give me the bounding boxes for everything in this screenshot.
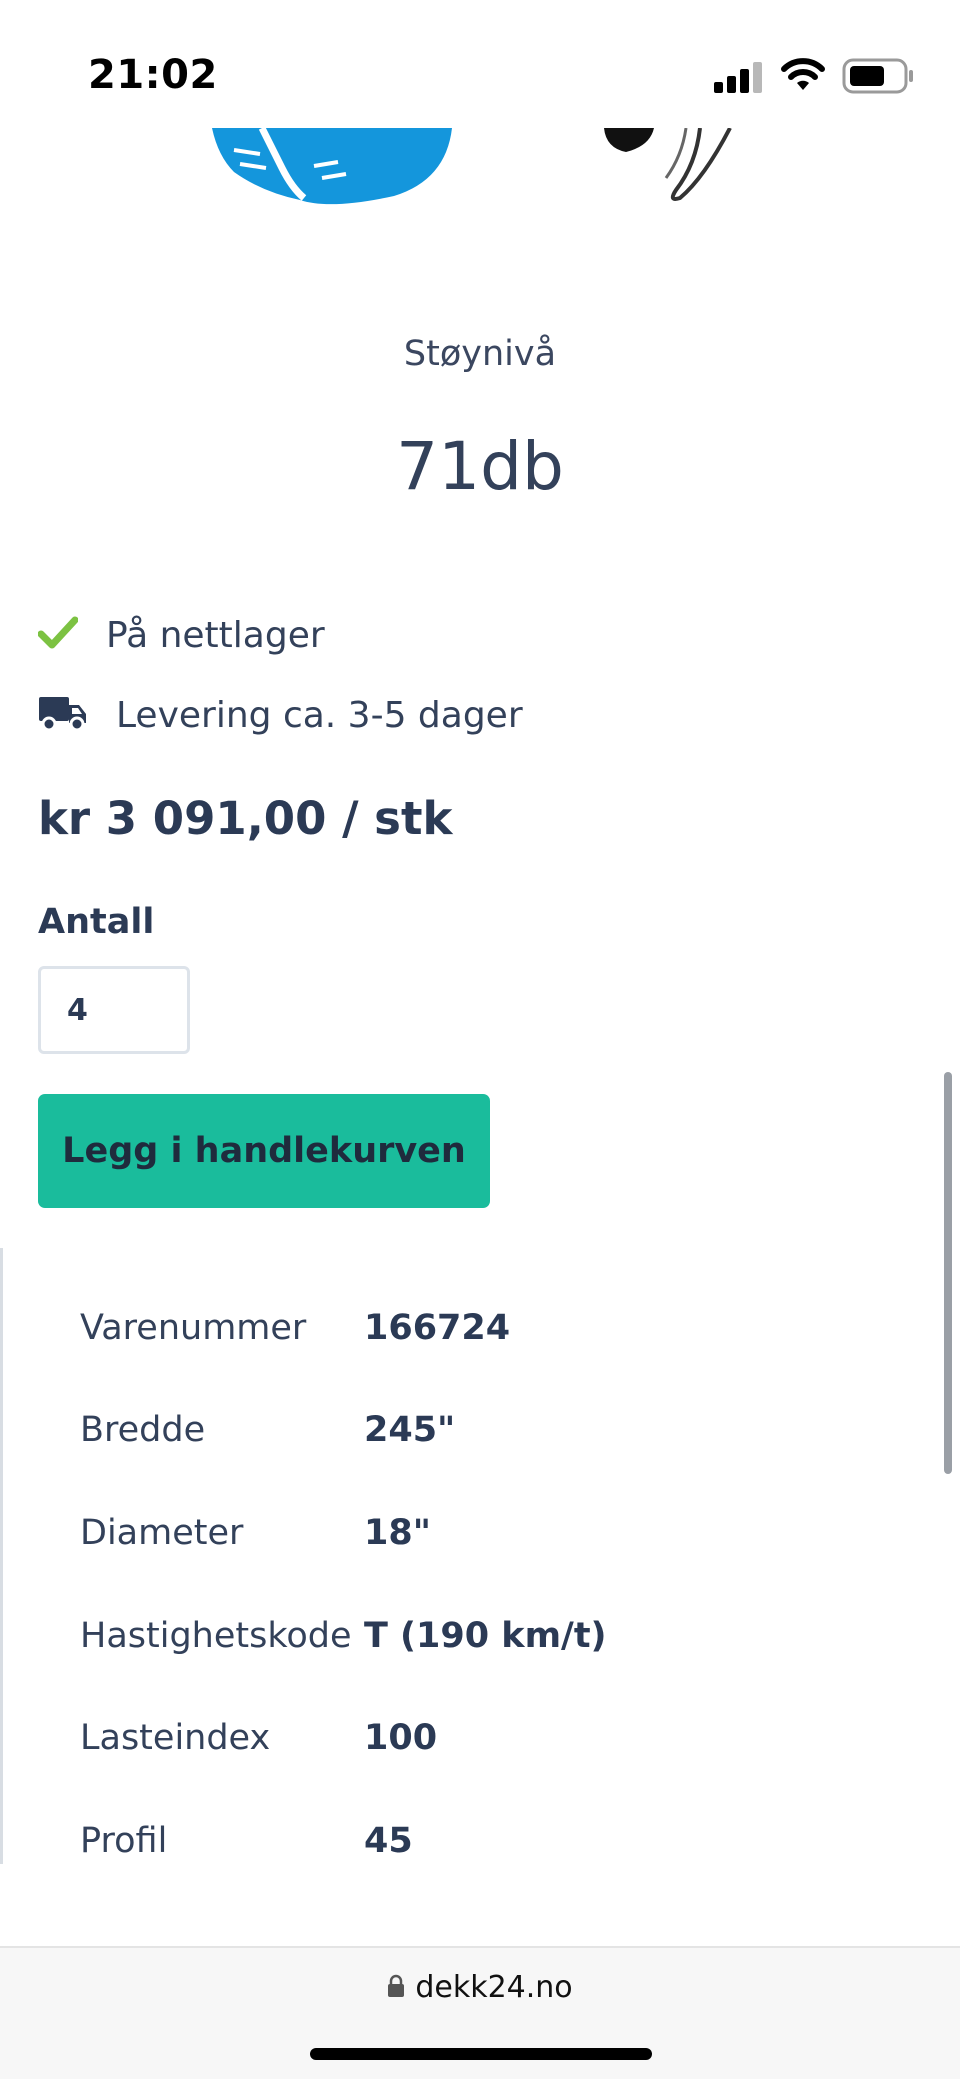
stock-text: På nettlager <box>106 614 325 656</box>
add-to-cart-button[interactable]: Legg i handlekurven <box>38 1094 490 1208</box>
feature-value: 71db <box>396 428 564 505</box>
status-bar: 21:02 <box>0 0 960 128</box>
spec-value: 100 <box>364 1718 438 1758</box>
stock-status: På nettlager <box>37 610 325 660</box>
quantity-label: Antall <box>38 902 155 942</box>
spec-value: 166724 <box>364 1308 511 1348</box>
spec-value: 45 <box>364 1821 413 1861</box>
delivery-text: Levering ca. 3-5 dager <box>116 694 523 736</box>
truck-icon <box>38 693 88 737</box>
delivery-info: Levering ca. 3-5 dager <box>38 690 523 740</box>
tire-tread-graphic <box>212 128 452 205</box>
spec-label: Lasteindex <box>80 1718 271 1758</box>
wifi-icon <box>780 56 826 96</box>
spec-row: Profil 45 <box>80 1811 413 1871</box>
spec-value: T (190 km/t) <box>364 1616 607 1656</box>
spec-row: Varenummer 166724 <box>80 1298 510 1358</box>
battery-icon <box>842 58 914 98</box>
browser-address-bar[interactable]: dekk24.no <box>0 1946 960 2079</box>
product-illustration <box>0 128 960 228</box>
lock-icon <box>387 1974 405 2002</box>
check-icon <box>37 616 79 654</box>
status-time: 21:02 <box>88 52 218 98</box>
spec-label: Varenummer <box>80 1308 307 1348</box>
spec-label: Profil <box>80 1821 168 1861</box>
noise-wave-graphic <box>604 128 732 201</box>
spec-value: 245" <box>364 1410 456 1450</box>
spec-row: Lasteindex 100 <box>80 1708 437 1768</box>
url-text: dekk24.no <box>415 1970 573 2005</box>
spec-row: Bredde 245" <box>80 1400 455 1460</box>
url-display[interactable]: dekk24.no <box>0 1970 960 2005</box>
scrollbar[interactable] <box>944 1072 952 1474</box>
spec-label: Hastighetskode <box>80 1616 352 1656</box>
signal-icon <box>714 60 766 98</box>
spec-value: 18" <box>364 1513 431 1553</box>
home-indicator[interactable] <box>310 2048 652 2060</box>
spec-row: Hastighetskode T (190 km/t) <box>80 1606 607 1666</box>
spec-label: Diameter <box>80 1513 244 1553</box>
spec-row: Diameter 18" <box>80 1503 431 1563</box>
quantity-input[interactable] <box>38 966 190 1054</box>
spec-label: Bredde <box>80 1410 206 1450</box>
product-price: kr 3 091,00 / stk <box>38 792 453 845</box>
feature-label: Støynivå <box>403 334 557 374</box>
specifications-table: Varenummer 166724 Bredde 245" Diameter 1… <box>0 1248 960 1864</box>
